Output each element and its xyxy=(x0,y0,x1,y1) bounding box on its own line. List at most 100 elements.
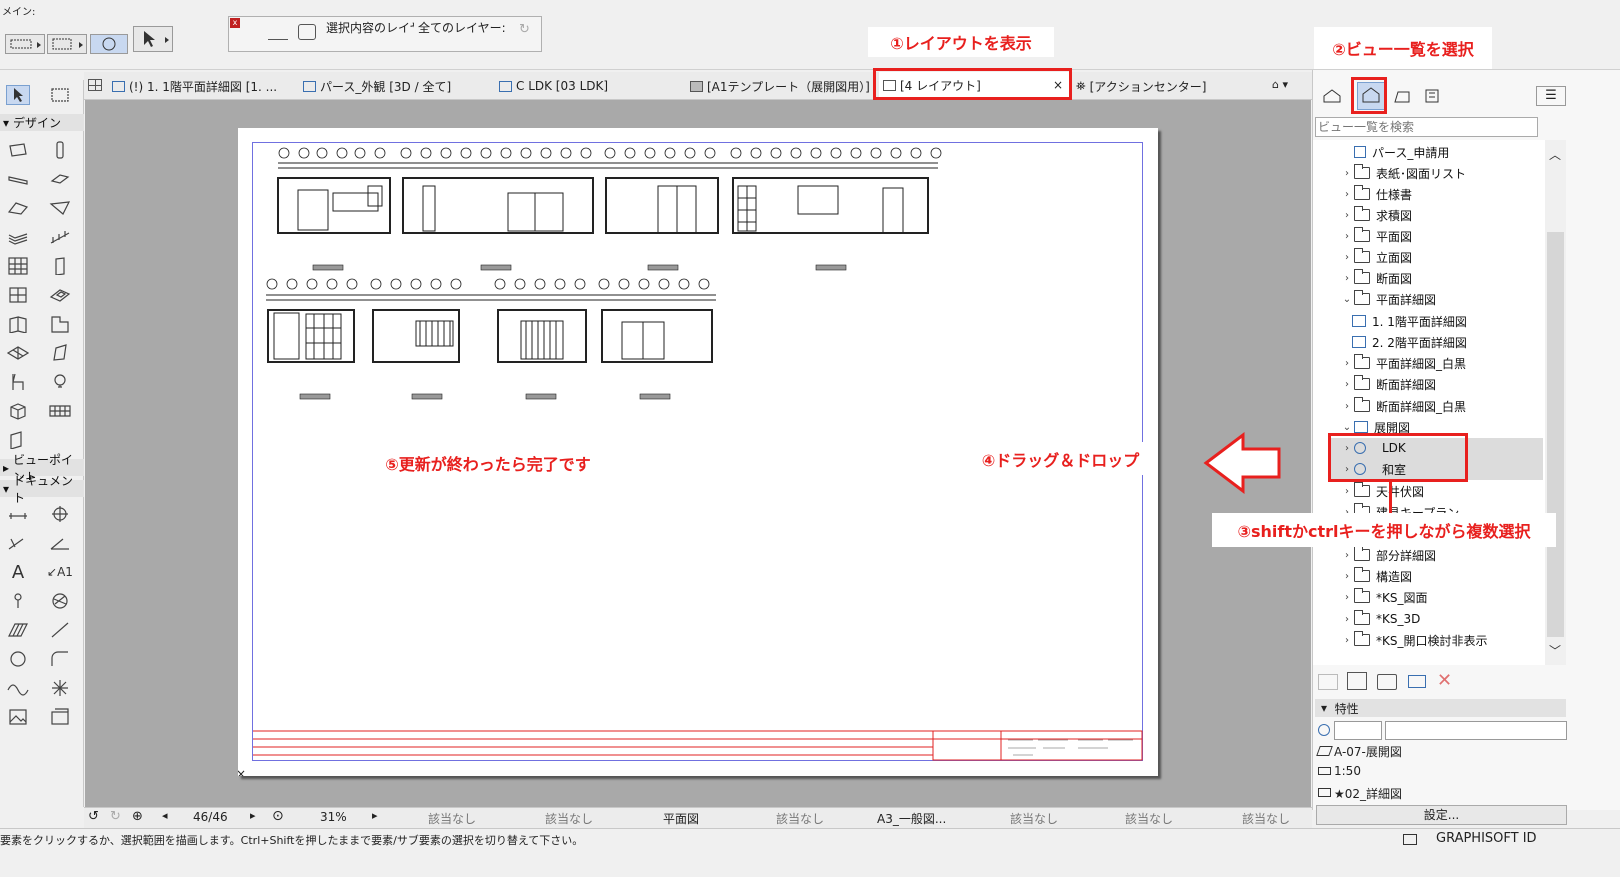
tree-item-2f-plan[interactable]: 2. 2階平面詳細図 xyxy=(1352,332,1467,352)
chevron-down-icon[interactable]: ⌄ xyxy=(1340,422,1354,433)
wall-tool-icon[interactable] xyxy=(6,140,30,160)
text-tool-icon[interactable]: A xyxy=(6,562,30,583)
window-icon[interactable] xyxy=(1403,834,1417,845)
chevron-right-icon[interactable]: › xyxy=(1340,358,1354,369)
property-layer[interactable]: A-07-展開図 xyxy=(1334,743,1402,760)
publisher-icon[interactable] xyxy=(1422,88,1442,104)
chevron-right-icon[interactable]: › xyxy=(1340,379,1354,390)
door-tool-icon[interactable] xyxy=(48,256,72,276)
panel-tool-icon[interactable] xyxy=(6,430,30,450)
property-name-field[interactable] xyxy=(1385,721,1567,740)
level-dimension-tool-icon[interactable] xyxy=(48,504,72,524)
tree-item-plan-detail-bw[interactable]: › 平面詳細図_白黒 xyxy=(1340,353,1466,373)
angle-dimension-tool-icon[interactable] xyxy=(48,533,72,553)
chevron-right-icon[interactable]: › xyxy=(1340,486,1354,497)
radial-dimension-tool-icon[interactable] xyxy=(6,533,30,553)
tree-item-area[interactable]: › 求積図 xyxy=(1340,205,1412,225)
next-page-icon[interactable]: ▸ xyxy=(250,809,256,822)
fill-marker-tool-icon[interactable] xyxy=(6,591,30,611)
line-tool-icon[interactable] xyxy=(48,620,72,640)
mesh-tool-icon[interactable] xyxy=(6,343,30,363)
view-search-input[interactable] xyxy=(1315,117,1538,137)
tree-item-1f-plan[interactable]: 1. 1階平面詳細図 xyxy=(1352,311,1467,331)
hand-tool-button[interactable] xyxy=(90,34,128,54)
tree-item-ks-opening[interactable]: › *KS_開口検討非表示 xyxy=(1340,630,1488,650)
chevron-right-icon[interactable]: › xyxy=(1340,231,1354,242)
label-tool-icon[interactable]: ↙A1 xyxy=(44,562,76,582)
scale-combo[interactable]: 該当なし xyxy=(545,810,593,827)
layer-visibility-icon[interactable] xyxy=(268,24,288,40)
slab-tool-icon[interactable] xyxy=(48,169,72,189)
project-map-icon[interactable] xyxy=(1322,88,1342,104)
renovation-combo[interactable]: 該当なし xyxy=(1010,810,1058,827)
beam-tool-icon[interactable] xyxy=(6,169,30,189)
figure-tool-icon[interactable] xyxy=(48,591,72,611)
zoom-in-icon[interactable]: ⊕ xyxy=(132,809,143,824)
settings-button[interactable]: 設定... xyxy=(1316,805,1567,825)
chevron-down-icon[interactable]: ⌄ xyxy=(1340,294,1354,305)
tree-item-ks-drawing[interactable]: › *KS_図面 xyxy=(1340,587,1428,607)
tree-item-ceiling[interactable]: › 天井伏図 xyxy=(1340,481,1424,501)
chevron-right-icon[interactable]: › xyxy=(1340,210,1354,221)
arrow-tool-button[interactable] xyxy=(133,26,173,52)
undo-icon[interactable]: ↻ xyxy=(519,22,530,37)
column-tool-icon[interactable] xyxy=(48,140,72,160)
tree-item-perspective[interactable]: パース_申請用 xyxy=(1340,142,1449,162)
chevron-right-icon[interactable]: › xyxy=(1340,592,1354,603)
tree-item-cover[interactable]: › 表紙･図面リスト xyxy=(1340,163,1466,183)
undo-zoom-icon[interactable]: ↺ xyxy=(88,809,99,824)
zoom-arrow-icon[interactable]: ▸ xyxy=(372,809,378,822)
tree-item-partial-detail[interactable]: › 部分詳細図 xyxy=(1340,545,1436,565)
chevron-right-icon[interactable]: › xyxy=(1340,189,1354,200)
section-design[interactable]: ▾ デザイン xyxy=(0,114,84,131)
arc-tool-icon[interactable] xyxy=(48,649,72,669)
spline-tool-icon[interactable] xyxy=(6,678,30,698)
property-id-field[interactable] xyxy=(1334,721,1382,740)
roof-tool-icon[interactable] xyxy=(6,198,30,218)
layer-lock-icon[interactable] xyxy=(298,24,316,40)
tree-item-section[interactable]: › 断面図 xyxy=(1340,268,1412,288)
chevron-right-icon[interactable]: › xyxy=(1340,571,1354,582)
morph-tool-icon[interactable] xyxy=(48,343,72,363)
clone-view-icon[interactable] xyxy=(1347,672,1367,690)
new-view-icon[interactable] xyxy=(1318,674,1338,690)
tree-item-plan[interactable]: › 平面図 xyxy=(1340,226,1412,246)
drawing-tool-icon[interactable] xyxy=(48,707,72,727)
section-document[interactable]: ▾ ドキュメント xyxy=(0,474,84,505)
stair-tool-icon[interactable] xyxy=(6,227,30,247)
chevron-right-icon[interactable]: › xyxy=(1340,401,1354,412)
curtain-wall-tool-icon[interactable] xyxy=(6,256,30,276)
tab-action-center[interactable]: ⛯ [アクションセンター] xyxy=(1076,74,1206,98)
scroll-down-icon[interactable]: ﹀ xyxy=(1549,642,1561,659)
graphisoft-id[interactable]: GRAPHISOFT ID xyxy=(1436,831,1537,846)
circle-tool-icon[interactable] xyxy=(6,649,30,669)
chevron-right-icon[interactable]: › xyxy=(1340,614,1354,625)
arrow-tool-icon[interactable] xyxy=(6,85,30,105)
pen-combo[interactable]: 該当なし xyxy=(776,810,824,827)
filter-combo[interactable]: 該当なし xyxy=(1242,810,1290,827)
railing-tool-icon[interactable] xyxy=(48,227,72,247)
chevron-right-icon[interactable]: › xyxy=(1340,550,1354,561)
paper-combo[interactable]: A3_一般図... xyxy=(877,810,946,827)
tab-a1-template[interactable]: [A1テンプレート（展開図用）] xyxy=(690,74,870,98)
properties-header[interactable]: ▾ 特性 xyxy=(1315,699,1566,717)
navigator-menu-icon[interactable]: ☰ xyxy=(1536,86,1566,106)
beam-grid-tool-icon[interactable] xyxy=(48,401,72,421)
skylight-tool-icon[interactable] xyxy=(48,285,72,305)
image-tool-icon[interactable] xyxy=(6,707,30,727)
dimension-tool-icon[interactable] xyxy=(6,504,30,524)
tab-3d-perspective[interactable]: パース_外観 [3D / 全て] xyxy=(303,74,451,98)
tree-item-plan-detail[interactable]: ⌄ 平面詳細図 xyxy=(1340,289,1436,309)
window-tool-icon[interactable] xyxy=(6,285,30,305)
tab-overflow-icon[interactable]: ⌂ ▾ xyxy=(1272,78,1288,91)
object-tool-icon[interactable] xyxy=(6,314,30,334)
zoom-icon[interactable]: ⊙ xyxy=(272,808,284,824)
cube-tool-icon[interactable] xyxy=(6,401,30,421)
rect-select-button[interactable] xyxy=(47,34,87,54)
lamp-tool-icon[interactable] xyxy=(48,372,72,392)
layout-book-icon[interactable] xyxy=(1392,88,1412,104)
property-scale[interactable]: 1:50 xyxy=(1334,764,1361,778)
tree-item-ks-3d[interactable]: › *KS_3D xyxy=(1340,609,1420,629)
zoom-level[interactable]: 31% xyxy=(320,810,347,824)
chevron-right-icon[interactable]: › xyxy=(1340,273,1354,284)
